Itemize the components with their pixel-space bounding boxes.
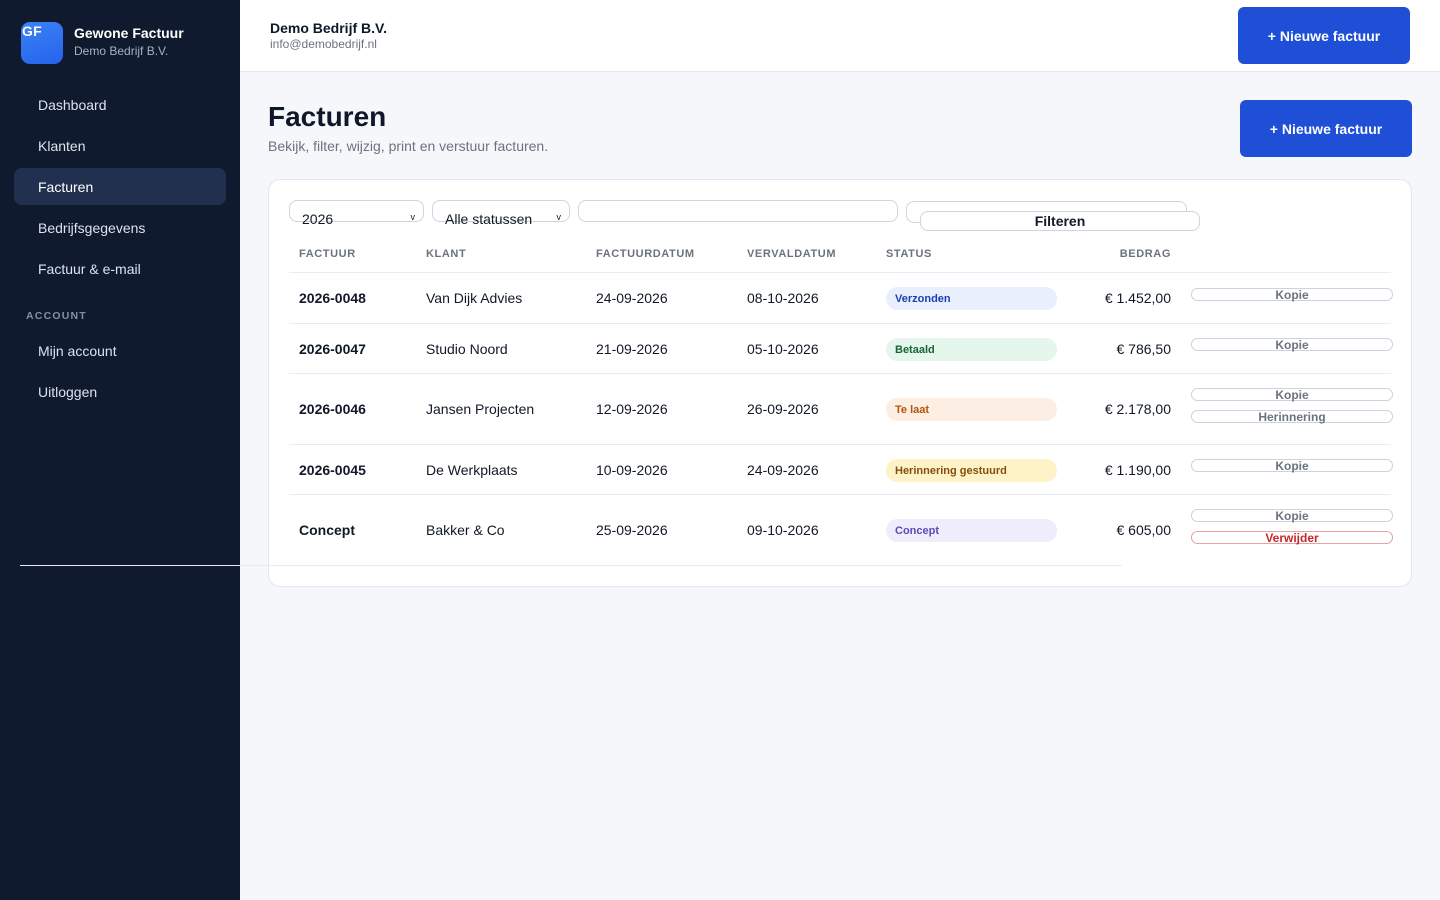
app-name: Gewone Factuur	[74, 25, 184, 41]
table-row[interactable]: 2026-0047 Studio Noord 21-09-2026 05-10-…	[289, 323, 1393, 373]
due-date: 08-10-2026	[747, 290, 819, 306]
status-badge: Te laat	[886, 398, 1057, 421]
status-select[interactable]: Alle statussen v	[432, 200, 570, 227]
logo-text: GF	[22, 23, 42, 39]
top-bar: Demo Bedrijf B.V. info@demobedrijf.nl + …	[240, 0, 1440, 72]
sidebar-item-factuur-email[interactable]: Factuur & e-mail	[14, 250, 226, 287]
invoice-number[interactable]: 2026-0045	[299, 462, 366, 478]
status-badge: Betaald	[886, 338, 1057, 361]
status-badge: Herinnering gestuurd	[886, 459, 1057, 482]
table-bottom-divider	[20, 565, 1122, 566]
delete-button[interactable]: Verwijder	[1191, 531, 1393, 544]
client-name: Jansen Projecten	[426, 401, 535, 417]
column-header-factuurdatum: FACTUURDATUM	[596, 248, 695, 260]
due-date: 05-10-2026	[747, 341, 819, 357]
page-title: Facturen	[268, 101, 387, 132]
column-header-klant: KLANT	[426, 248, 467, 260]
copy-button[interactable]: Kopie	[1191, 388, 1393, 401]
filter-button[interactable]: Filteren	[920, 211, 1200, 231]
chevron-down-icon: v	[556, 212, 562, 222]
page-subtitle: Bekijk, filter, wijzig, print en verstuu…	[268, 138, 549, 154]
brand-company: Demo Bedrijf B.V.	[74, 44, 169, 58]
table-row[interactable]: 2026-0048 Van Dijk Advies 24-09-2026 08-…	[289, 272, 1393, 323]
table-row[interactable]: 2026-0045 De Werkplaats 10-09-2026 24-09…	[289, 444, 1393, 494]
invoice-number[interactable]: 2026-0048	[299, 290, 366, 306]
invoice-amount: € 1.452,00	[1104, 290, 1171, 306]
table-row[interactable]: Concept Bakker & Co 25-09-2026 09-10-202…	[289, 494, 1393, 565]
year-select-value: 2026	[302, 211, 334, 227]
sidebar-item-facturen[interactable]: Facturen	[14, 168, 226, 205]
client-name: Bakker & Co	[426, 522, 505, 538]
table-row[interactable]: 2026-0046 Jansen Projecten 12-09-2026 26…	[289, 373, 1393, 444]
company-info: Demo Bedrijf B.V. info@demobedrijf.nl	[270, 20, 387, 51]
company-name: Demo Bedrijf B.V.	[270, 20, 387, 36]
invoices-card: 2026 v Alle statussen v Filteren FACTUUR…	[268, 179, 1412, 587]
copy-button[interactable]: Kopie	[1191, 459, 1393, 472]
status-select-value: Alle statussen	[445, 211, 533, 227]
header-new-invoice-button[interactable]: + Nieuwe factuur	[1238, 7, 1410, 64]
copy-button[interactable]: Kopie	[1191, 509, 1393, 522]
column-header-status: STATUS	[886, 248, 932, 260]
chevron-down-icon: v	[410, 212, 416, 222]
invoice-number[interactable]: Concept	[299, 522, 355, 538]
invoice-date: 21-09-2026	[596, 341, 668, 357]
invoice-number[interactable]: 2026-0047	[299, 341, 366, 357]
invoice-amount: € 2.178,00	[1104, 401, 1171, 417]
brand[interactable]: GF Gewone Factuur Demo Bedrijf B.V.	[21, 22, 184, 64]
sidebar-item-klanten[interactable]: Klanten	[14, 127, 226, 164]
invoice-date: 12-09-2026	[596, 401, 668, 417]
search-input[interactable]	[578, 200, 898, 222]
column-header-bedrag: BEDRAG	[1119, 248, 1171, 260]
copy-button[interactable]: Kopie	[1191, 338, 1393, 351]
client-name: Van Dijk Advies	[426, 290, 523, 306]
copy-button[interactable]: Kopie	[1191, 288, 1393, 301]
sidebar-item-uitloggen[interactable]: Uitloggen	[14, 373, 226, 410]
invoice-date: 10-09-2026	[596, 462, 668, 478]
company-email: info@demobedrijf.nl	[270, 37, 377, 51]
sidebar-item-bedrijfsgegevens[interactable]: Bedrijfsgegevens	[14, 209, 226, 246]
status-badge: Verzonden	[886, 287, 1057, 310]
invoice-date: 25-09-2026	[596, 522, 668, 538]
reminder-button[interactable]: Herinnering	[1191, 410, 1393, 423]
status-badge: Concept	[886, 519, 1057, 542]
due-date: 09-10-2026	[747, 522, 819, 538]
due-date: 26-09-2026	[747, 401, 819, 417]
sidebar: GF Gewone Factuur Demo Bedrijf B.V. Dash…	[0, 0, 240, 900]
sidebar-section-account: ACCOUNT	[26, 310, 87, 322]
year-select[interactable]: 2026 v	[289, 200, 424, 227]
invoice-date: 24-09-2026	[596, 290, 668, 306]
invoice-amount: € 786,50	[1116, 341, 1172, 357]
due-date: 24-09-2026	[747, 462, 819, 478]
app-logo: GF	[21, 22, 63, 64]
new-invoice-button[interactable]: + Nieuwe factuur	[1240, 100, 1412, 157]
client-name: Studio Noord	[426, 341, 508, 357]
sidebar-item-dashboard[interactable]: Dashboard	[14, 86, 226, 123]
column-header-vervaldatum: VERVALDATUM	[747, 248, 837, 260]
invoice-amount: € 605,00	[1116, 522, 1172, 538]
invoice-amount: € 1.190,00	[1104, 462, 1171, 478]
invoice-number[interactable]: 2026-0046	[299, 401, 366, 417]
column-header-factuur: FACTUUR	[299, 248, 356, 260]
sidebar-item-mijn-account[interactable]: Mijn account	[14, 332, 226, 369]
client-name: De Werkplaats	[426, 462, 518, 478]
